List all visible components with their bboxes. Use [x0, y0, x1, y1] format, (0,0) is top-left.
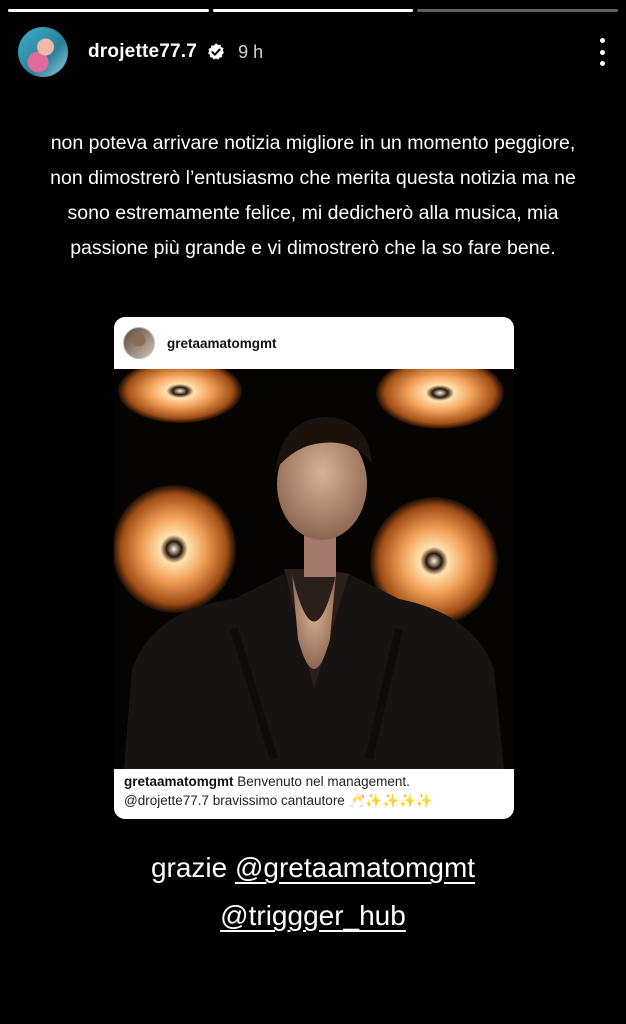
progress-segment — [8, 9, 209, 12]
shared-post-caption-line2: @drojette77.7 bravissimo cantautore 🥂✨✨✨… — [124, 793, 433, 808]
story-caption: non poteva arrivare notizia migliore in … — [50, 132, 576, 259]
progress-fill — [8, 9, 209, 12]
mention-gretaamatomgmt[interactable]: @gretaamatomgmt — [235, 852, 475, 883]
mention-triggger-hub[interactable]: @triggger_hub — [220, 900, 406, 931]
more-vertical-icon[interactable] — [596, 38, 608, 66]
shared-post-caption-user[interactable]: gretaamatomgmt — [124, 774, 234, 789]
thanks-text: grazie @gretaamatomgmt — [0, 848, 626, 888]
progress-segment — [212, 9, 414, 12]
shared-post-caption: gretaamatomgmt Benvenuto nel management.… — [124, 769, 506, 819]
thanks-prefix: grazie — [150, 852, 235, 883]
thanks-text-line2: @triggger_hub — [0, 896, 626, 936]
shared-post-username[interactable]: gretaamatomgmt — [167, 336, 277, 351]
avatar[interactable] — [18, 27, 68, 77]
story-progress-bar — [8, 9, 619, 12]
story-header: drojette77.7 9 h — [18, 26, 608, 78]
shared-post-card[interactable]: gretaamatomgmt gretaamatomgmt Benvenuto … — [114, 317, 514, 819]
shared-post-avatar[interactable] — [123, 327, 155, 359]
shared-post-photo[interactable] — [114, 369, 514, 769]
shared-post-header: gretaamatomgmt — [114, 317, 514, 369]
progress-fill — [212, 9, 414, 12]
post-time: 9 h — [238, 41, 264, 62]
verified-badge-icon — [208, 43, 224, 60]
shared-post-caption-text: Benvenuto nel management. — [237, 774, 410, 789]
progress-segment — [417, 9, 619, 12]
username[interactable]: drojette77.7 — [88, 41, 197, 63]
